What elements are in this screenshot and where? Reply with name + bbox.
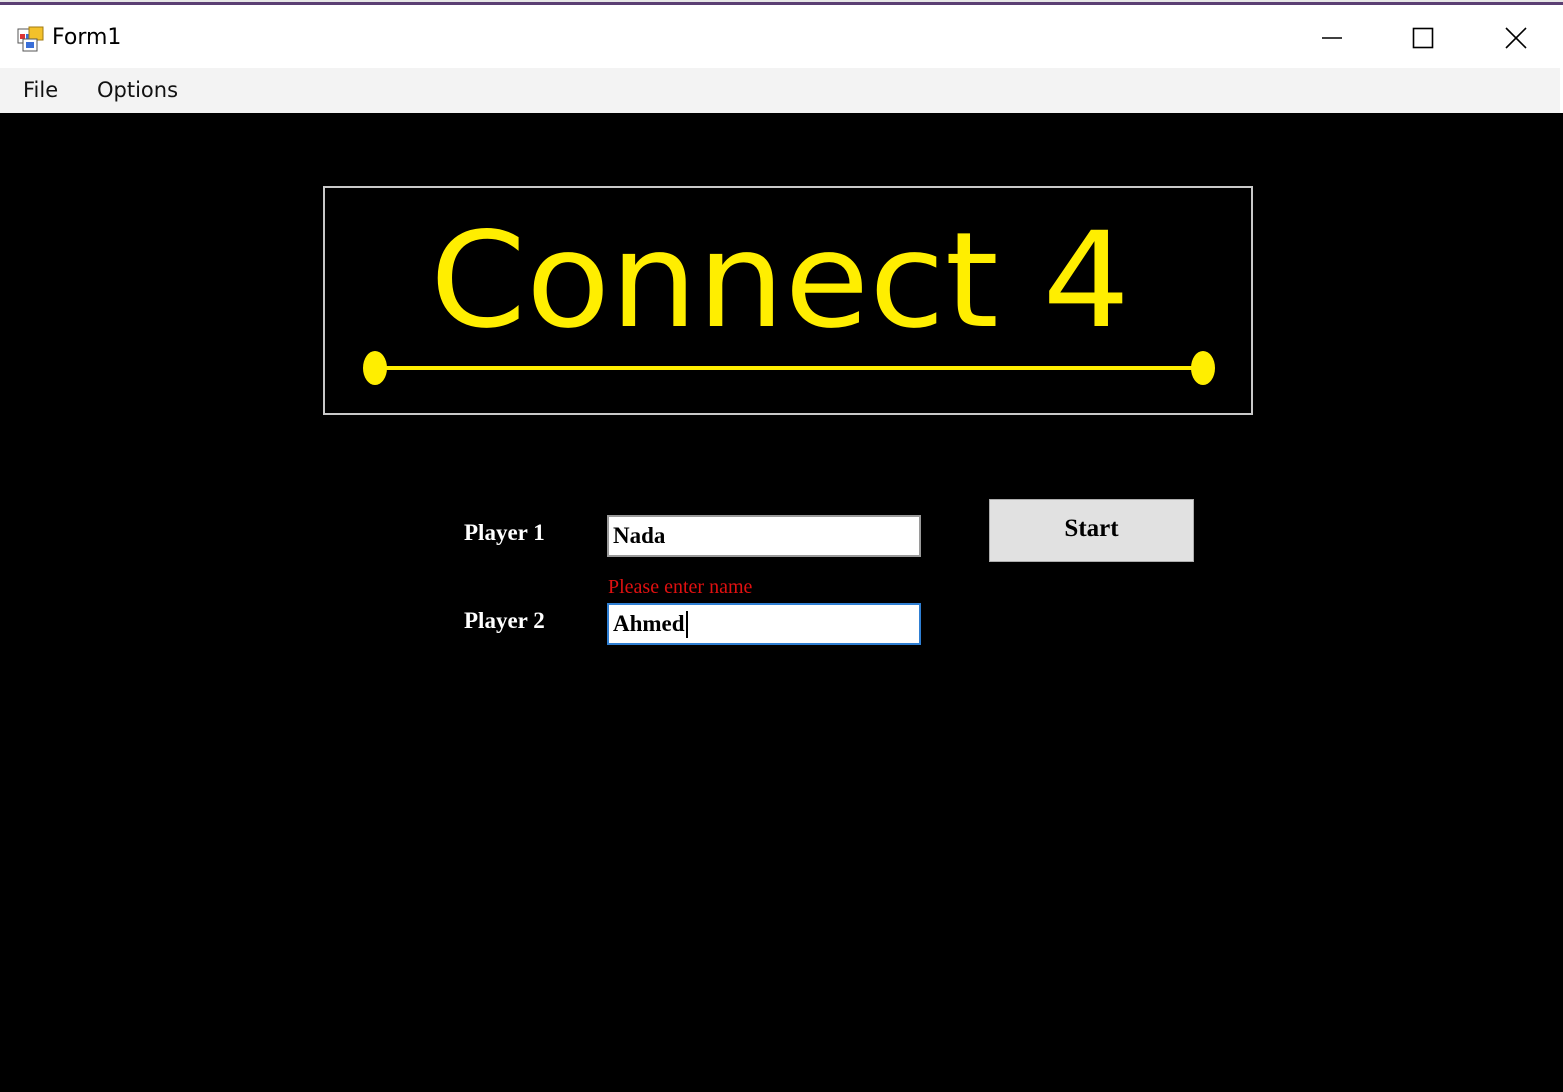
minimize-icon [1322, 37, 1342, 39]
player2-value: Ahmed [613, 611, 685, 636]
menu-bar: File Options [0, 68, 1560, 113]
start-button-label: Start [1064, 515, 1119, 542]
text-caret [686, 611, 688, 638]
close-icon [1505, 27, 1527, 49]
player2-input[interactable]: Ahmed [607, 603, 921, 645]
player1-input[interactable]: Nada [607, 515, 921, 557]
validation-message: Please enter name [608, 576, 753, 598]
connect4-logo: Connect 4 [323, 186, 1253, 415]
player1-value: Nada [613, 523, 666, 548]
app-icon [17, 26, 45, 52]
minimize-button[interactable] [1286, 6, 1378, 68]
window-title: Form1 [52, 25, 122, 50]
menu-options[interactable]: Options [97, 78, 178, 102]
close-button[interactable] [1470, 6, 1562, 68]
maximize-icon [1412, 27, 1434, 49]
title-bar[interactable]: Form1 [0, 6, 1563, 68]
logo-text: Connect 4 [430, 204, 1130, 358]
player1-label: Player 1 [464, 520, 545, 545]
maximize-button[interactable] [1377, 6, 1469, 68]
player2-label: Player 2 [464, 608, 545, 633]
start-button[interactable]: Start [989, 499, 1194, 562]
menu-file[interactable]: File [23, 78, 58, 102]
